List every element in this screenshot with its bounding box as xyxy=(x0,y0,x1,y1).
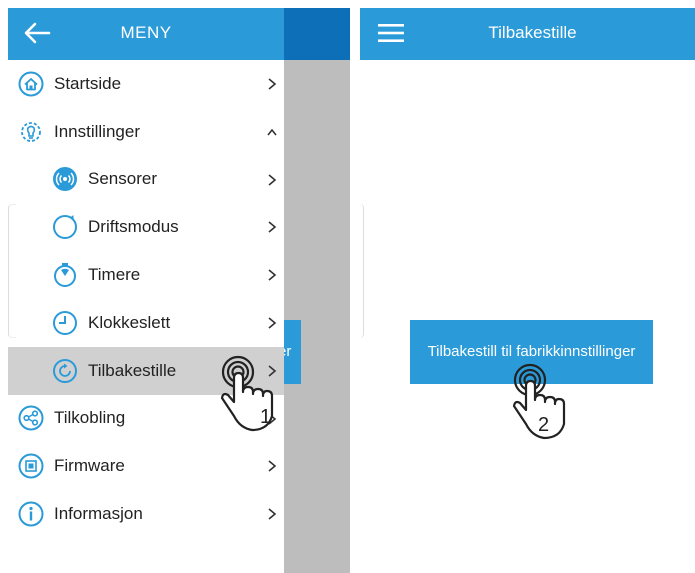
background-button-fragment: er xyxy=(284,320,301,384)
home-icon xyxy=(18,71,44,97)
menu-item-label: Driftsmodus xyxy=(88,217,179,237)
chevron-right-icon xyxy=(268,460,277,472)
menu-item-label: Innstillinger xyxy=(54,121,140,141)
timer-icon xyxy=(54,263,76,288)
chevron-up-icon xyxy=(267,128,277,136)
menu-item-label: Tilbakestille xyxy=(88,360,177,380)
tap-hand-1-icon: 1 xyxy=(216,350,286,440)
chevron-right-icon xyxy=(268,269,277,281)
chevron-right-icon xyxy=(268,173,277,186)
menu-item-startside[interactable]: Startside xyxy=(8,60,284,108)
firmware-icon xyxy=(18,453,44,479)
share-icon xyxy=(18,405,44,431)
menu-header: MENY xyxy=(8,8,284,60)
clock-icon xyxy=(53,310,77,335)
menu-item-firmware[interactable]: Firmware xyxy=(8,442,284,490)
settings-bulb-icon xyxy=(21,121,41,142)
drawer-scrim[interactable] xyxy=(284,60,350,573)
screen-frame-edge xyxy=(8,204,16,338)
sensor-icon xyxy=(53,167,77,192)
menu-item-informasjon[interactable]: Informasjon xyxy=(8,490,284,538)
menu-item-klokkeslett[interactable]: Klokkeslett xyxy=(8,299,284,347)
menu-screen: er MENY Startside Innstillinger xyxy=(8,8,350,573)
tap-hand-2-icon: 2 xyxy=(508,358,578,448)
chevron-right-icon xyxy=(268,508,277,520)
screen-frame-edge xyxy=(360,204,364,338)
menu-item-label: Firmware xyxy=(54,456,125,476)
menu-item-label: Klokkeslett xyxy=(88,312,171,332)
mode-icon xyxy=(53,215,77,240)
info-icon xyxy=(18,501,44,527)
navigation-menu: Startside Innstillinger Sensorer Driftsm… xyxy=(8,60,284,538)
step-number-1: 1 xyxy=(260,406,271,428)
menu-item-label: Informasjon xyxy=(54,504,143,524)
reset-icon xyxy=(53,358,77,383)
reset-header: Tilbakestille xyxy=(360,8,695,60)
background-app-header xyxy=(284,8,350,60)
chevron-right-icon xyxy=(268,221,277,234)
menu-item-label: Timere xyxy=(88,265,141,285)
menu-item-sensorer[interactable]: Sensorer xyxy=(8,156,284,204)
menu-item-driftsmodus[interactable]: Driftsmodus xyxy=(8,203,284,251)
menu-title: MENY xyxy=(120,23,172,42)
chevron-right-icon xyxy=(268,317,277,329)
page-title: Tilbakestille xyxy=(488,23,577,42)
step-number-2: 2 xyxy=(538,414,549,436)
menu-item-label: Sensorer xyxy=(88,169,157,189)
menu-item-innstillinger[interactable]: Innstillinger xyxy=(8,108,284,156)
menu-item-label: Startside xyxy=(54,73,122,93)
menu-item-label: Tilkobling xyxy=(54,408,126,428)
reset-screen: Tilbakestille Tilbakestill til fabrikkin… xyxy=(360,8,695,573)
chevron-right-icon xyxy=(268,78,277,90)
menu-item-timere[interactable]: Timere xyxy=(8,251,284,299)
